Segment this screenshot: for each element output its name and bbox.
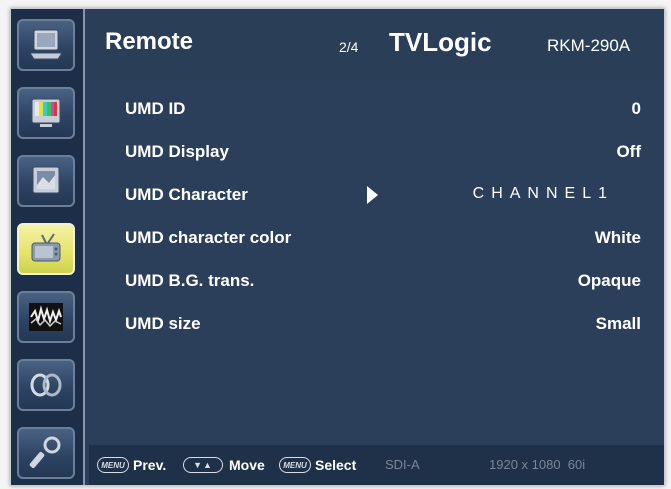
page-title: Remote — [105, 28, 194, 55]
footer-prev-label: Prev. — [133, 457, 167, 473]
sidebar-item-remote[interactable] — [17, 223, 75, 275]
menu-row-value: Off — [616, 142, 641, 161]
color-bars-icon — [31, 98, 61, 127]
menu-row-umd-character-color[interactable]: UMD character color White — [89, 216, 664, 259]
monitor-icon — [29, 29, 63, 60]
submenu-pointer-icon — [367, 186, 378, 204]
menu-row-value: CHANNEL1 — [472, 185, 614, 202]
menu-row-umd-character[interactable]: UMD Character CHANNEL1 — [89, 173, 664, 216]
link-icon — [30, 373, 62, 397]
menu-row-umd-bg-trans[interactable]: UMD B.G. trans. Opaque — [89, 259, 664, 302]
osd-frame: Remote 2/4 TVLogic RKM-290A UMD ID 0 UMD… — [10, 8, 665, 486]
video-format-status: 1920 x 1080 60i — [489, 457, 586, 472]
menu-row-label: UMD B.G. trans. — [125, 271, 255, 290]
menu-row-label: UMD Display — [125, 142, 229, 161]
sidebar-item-link[interactable] — [17, 359, 75, 411]
menu-row-umd-display[interactable]: UMD Display Off — [89, 130, 664, 173]
menu-row-value: White — [594, 228, 641, 247]
input-source-status: SDI-A — [385, 457, 420, 472]
menu-key-icon: MENU — [279, 457, 311, 473]
remote-tv-icon — [31, 233, 61, 262]
header: Remote 2/4 TVLogic RKM-290A — [89, 9, 664, 79]
sidebar-item-utility[interactable] — [17, 427, 75, 479]
menu-row-umd-size[interactable]: UMD size Small — [89, 302, 664, 345]
sidebar — [11, 9, 85, 485]
sidebar-item-waveform[interactable] — [17, 291, 75, 343]
tools-icon — [29, 436, 61, 469]
menu-row-value: Opaque — [577, 271, 641, 290]
menu-list: UMD ID 0 UMD Display Off UMD Character C… — [89, 87, 664, 427]
sidebar-item-color[interactable] — [17, 87, 75, 139]
menu-row-label: UMD ID — [125, 99, 186, 118]
model-name: RKM-290A — [547, 36, 631, 55]
menu-row-umd-id[interactable]: UMD ID 0 — [89, 87, 664, 130]
menu-row-value: Small — [595, 314, 641, 333]
menu-row-value: 0 — [631, 99, 641, 118]
menu-row-label: UMD Character — [125, 185, 248, 204]
brand-logo: TVLogic — [389, 27, 492, 57]
picture-icon — [32, 166, 60, 194]
page-indicator: 2/4 — [339, 39, 359, 55]
waveform-icon — [29, 303, 63, 331]
footer-status-bar: MENU Prev. ▼▲ Move MENU Select SDI-A 192… — [89, 445, 664, 485]
footer-select-label: Select — [315, 457, 357, 473]
menu-row-label: UMD character color — [125, 228, 292, 247]
menu-row-label: UMD size — [125, 314, 201, 333]
sidebar-item-display[interactable] — [17, 19, 75, 71]
menu-key-icon: MENU — [97, 457, 129, 473]
footer-move-label: Move — [229, 457, 265, 473]
sidebar-item-picture[interactable] — [17, 155, 75, 207]
up-down-key-icon: ▼▲ — [183, 457, 223, 473]
